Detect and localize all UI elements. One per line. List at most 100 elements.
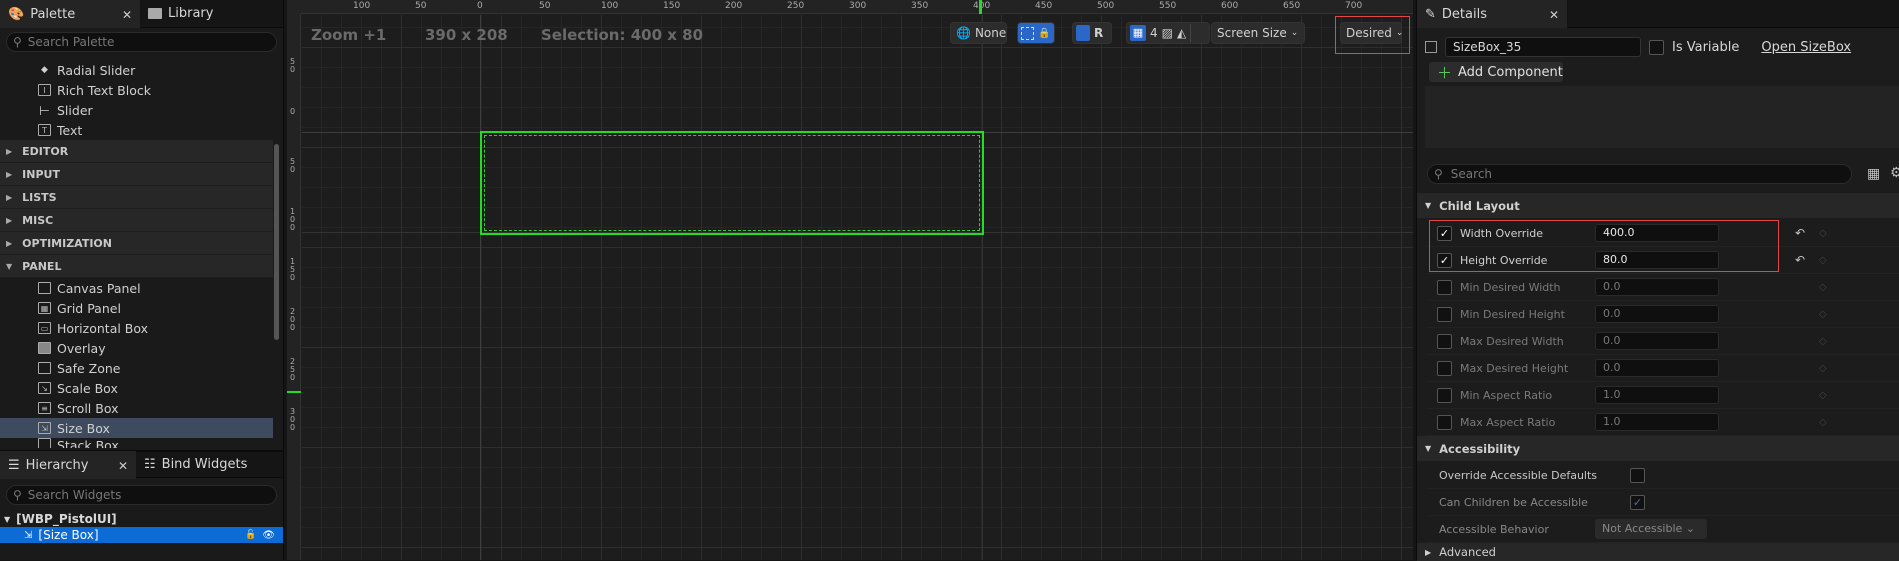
item-label: Radial Slider <box>57 62 136 78</box>
prop-value-input[interactable]: 0.0 <box>1595 305 1719 323</box>
keyframe-icon[interactable]: ◇ <box>1819 390 1827 401</box>
designer-canvas[interactable]: 1005005010015020025030035040045050055060… <box>287 0 1413 560</box>
section-child-layout[interactable]: ▼ Child Layout <box>1417 193 1899 218</box>
eye-icon[interactable]: 👁 <box>262 530 275 541</box>
hierarchy-search-input[interactable]: ⚲ Search Widgets <box>6 485 277 505</box>
children-accessible-checkbox[interactable]: ✓ <box>1630 494 1645 510</box>
dot-icon: ◆ <box>41 65 48 75</box>
category-editor[interactable]: ▶ EDITOR <box>0 140 273 163</box>
category-optimization[interactable]: ▶ OPTIMIZATION <box>0 232 273 255</box>
tab-palette-label: Palette <box>30 7 76 22</box>
tab-hierarchy[interactable]: ☰ Hierarchy ✕ <box>0 450 136 479</box>
palette-item-size-box[interactable]: ⇲ Size Box <box>0 418 273 438</box>
prop-checkbox[interactable] <box>1437 279 1452 295</box>
prop-label: Accessible Behavior <box>1439 522 1549 536</box>
close-icon[interactable]: ✕ <box>122 8 132 22</box>
prop-value-input[interactable]: 0.0 <box>1595 359 1719 377</box>
keyframe-icon[interactable]: ◇ <box>1819 417 1827 428</box>
palette-item-canvas-panel[interactable]: Canvas Panel <box>0 278 273 298</box>
palette-search-input[interactable]: ⚲ Search Palette <box>6 32 277 52</box>
prop-checkbox[interactable] <box>1437 414 1452 430</box>
accessible-behavior-dropdown[interactable]: Not Accessible ⌄ <box>1595 519 1707 539</box>
keyframe-icon[interactable]: ◇ <box>1819 336 1827 347</box>
tab-library[interactable]: Library <box>140 0 221 28</box>
section-accessibility[interactable]: ▼ Accessibility <box>1417 436 1899 461</box>
ruler-tick-label: 600 <box>1221 1 1239 11</box>
canvas-grid <box>302 15 1413 560</box>
palette-item-radial-slider[interactable]: ◆ Radial Slider <box>0 60 273 80</box>
prop-value-input[interactable]: 0.0 <box>1595 332 1719 350</box>
details-search-input[interactable]: ⚲ Search <box>1427 164 1852 184</box>
palette-item-horizontal-box[interactable]: ▭ Horizontal Box <box>0 318 273 338</box>
is-variable-checkbox[interactable] <box>1649 39 1664 55</box>
category-panel[interactable]: ▼ PANEL <box>0 255 273 278</box>
palette-item-slider[interactable]: ⊢ Slider <box>0 100 273 120</box>
tab-palette[interactable]: 🎨 Palette ✕ <box>0 0 140 28</box>
safe-zone-icon <box>38 362 51 374</box>
keyframe-icon[interactable]: ◇ <box>1819 282 1827 293</box>
palette-item-safe-zone[interactable]: Safe Zone <box>0 358 273 378</box>
palette-item-scale-box[interactable]: ↘ Scale Box <box>0 378 273 398</box>
hierarchy-root[interactable]: ▼ [WBP_PistolUI] <box>0 511 283 527</box>
category-lists[interactable]: ▶ LISTS <box>0 186 273 209</box>
horizontal-box-icon: ▭ <box>38 322 51 334</box>
settings-icon[interactable]: ⚙ <box>1890 165 1899 181</box>
palette-scrollbar[interactable] <box>274 144 279 340</box>
prop-label: Max Aspect Ratio <box>1460 415 1556 429</box>
palette-item-scroll-box[interactable]: ≡ Scroll Box <box>0 398 273 418</box>
tab-bind-widgets[interactable]: ☷ Bind Widgets <box>136 451 255 479</box>
lock-icon[interactable]: 🔓 <box>245 530 256 540</box>
tab-details-label: Details <box>1441 7 1487 22</box>
details-panel: ✎ Details ✕ SizeBox_35 Is Variable Open … <box>1416 0 1899 561</box>
prop-checkbox[interactable] <box>1437 387 1452 403</box>
prop-value-input[interactable]: 1.0 <box>1595 413 1719 431</box>
respect-locks-toggle[interactable]: 🔒 <box>1017 22 1055 44</box>
ruler-tick-label: 5 0 <box>290 57 296 74</box>
layout-toggle-group[interactable]: R <box>1072 22 1112 44</box>
palette-item-grid-panel[interactable]: ▦ Grid Panel <box>0 298 273 318</box>
tab-details[interactable]: ✎ Details ✕ <box>1417 0 1567 28</box>
prop-row: Max Aspect Ratio 1.0 ◇ <box>1427 409 1899 436</box>
widget-name-input[interactable]: SizeBox_35 <box>1445 37 1641 57</box>
add-component-button[interactable]: ＋ Add Component <box>1429 62 1563 82</box>
screen-bound-v <box>982 15 983 560</box>
localization-preview-button[interactable]: 🌐 None <box>950 22 1007 44</box>
prop-checkbox[interactable] <box>1437 306 1452 322</box>
prop-checkbox[interactable] <box>1437 360 1452 376</box>
prop-value-input[interactable]: 1.0 <box>1595 386 1719 404</box>
ruler-tick-label: 300 <box>849 1 867 11</box>
reset-icon[interactable]: ↶ <box>1795 253 1805 267</box>
grid-snap-group[interactable]: ▦ 4 ▨ ◭ <box>1126 22 1210 44</box>
category-input[interactable]: ▶ INPUT <box>0 163 273 186</box>
prop-label: Min Desired Height <box>1460 307 1565 321</box>
r-button[interactable]: R <box>1094 26 1103 40</box>
highlight-desired <box>1335 16 1410 54</box>
table-view-icon[interactable]: ▦ <box>1867 166 1880 182</box>
palette-item-rich-text-block[interactable]: I Rich Text Block <box>0 80 273 100</box>
screen-size-dropdown[interactable]: Screen Size ⌄ <box>1211 22 1305 44</box>
category-misc[interactable]: ▶ MISC <box>0 209 273 232</box>
ruler-marker-left <box>287 391 301 393</box>
reset-icon[interactable]: ↶ <box>1795 226 1805 240</box>
palette-item-overlay[interactable]: Overlay <box>0 338 273 358</box>
image-icon[interactable]: ▨ <box>1162 26 1173 40</box>
keyframe-icon[interactable]: ◇ <box>1819 363 1827 374</box>
gamma-icon[interactable]: ◭ <box>1177 26 1186 40</box>
keyframe-icon[interactable]: ◇ <box>1819 228 1827 239</box>
hierarchy-item-size-box[interactable]: ⇲ [Size Box] 🔓 👁 <box>0 527 283 543</box>
override-accessible-checkbox[interactable] <box>1630 467 1645 483</box>
layout-icon[interactable] <box>1076 25 1090 41</box>
size-box-widget[interactable] <box>480 131 984 235</box>
palette-item-text[interactable]: T Text <box>0 120 273 140</box>
prop-checkbox[interactable] <box>1437 333 1452 349</box>
section-advanced[interactable]: ▶ Advanced <box>1417 543 1899 561</box>
grid-snap-icon[interactable]: ▦ <box>1130 25 1146 41</box>
keyframe-icon[interactable]: ◇ <box>1819 255 1827 266</box>
keyframe-icon[interactable]: ◇ <box>1819 309 1827 320</box>
open-sizebox-link[interactable]: Open SizeBox <box>1761 40 1851 55</box>
prop-value-input[interactable]: 0.0 <box>1595 278 1719 296</box>
close-icon[interactable]: ✕ <box>118 459 128 473</box>
close-icon[interactable]: ✕ <box>1549 8 1559 22</box>
palette-item-stack-box[interactable]: Stack Box <box>0 438 273 448</box>
folder-icon <box>148 8 162 19</box>
